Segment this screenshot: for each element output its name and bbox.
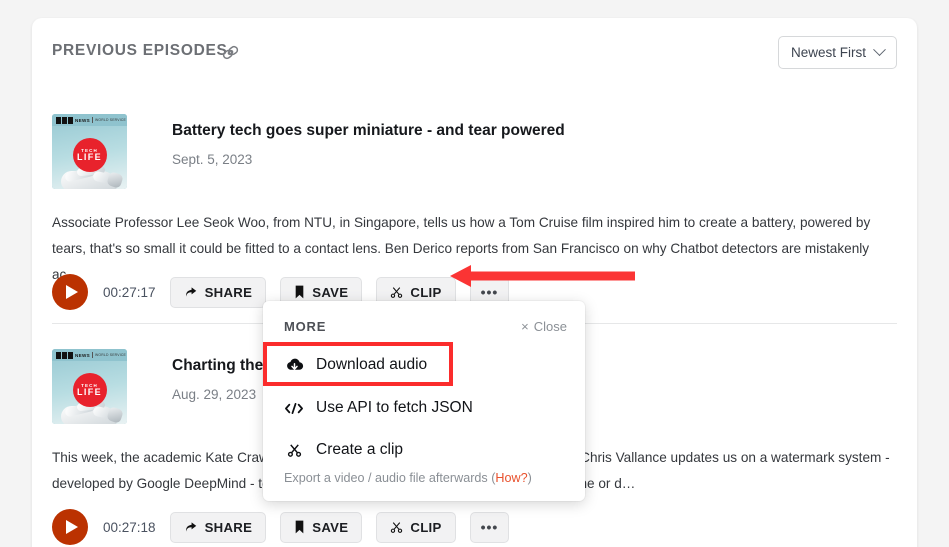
episode-title[interactable]: Battery tech goes super miniature - and …: [172, 122, 565, 140]
show-name-bottom: LIFE: [76, 152, 103, 162]
download-audio-label: Download audio: [316, 356, 428, 373]
sort-order-select[interactable]: Newest First: [777, 36, 897, 69]
create-clip-item[interactable]: Create a clip: [284, 441, 403, 459]
clip-button[interactable]: CLIP: [376, 511, 456, 543]
code-brackets-icon: [284, 401, 304, 416]
episode-thumbnail[interactable]: NEWS WORLD SERVICE TECH LIFE: [52, 349, 127, 424]
divider: [91, 117, 93, 123]
sort-order-label: Newest First: [790, 45, 866, 60]
bookmark-icon: [295, 285, 304, 299]
create-clip-note: Export a video / audio file afterwards (…: [284, 471, 532, 485]
tech-life-logo: TECH LIFE: [72, 138, 107, 172]
share-button[interactable]: SHARE: [169, 276, 267, 308]
close-label: Close: [533, 319, 567, 334]
clip-label: CLIP: [410, 519, 442, 535]
chevron-down-icon: [873, 43, 886, 57]
show-name-bottom: LIFE: [76, 387, 103, 397]
scissors-icon: [391, 286, 403, 298]
link-icon: [218, 40, 242, 64]
episode-duration: 00:27:17: [103, 284, 156, 300]
page-title: PREVIOUS EPISODES: [52, 42, 228, 59]
episode-action-bar: 00:27:18 SHARE SAVE CLIP •••: [52, 509, 510, 545]
save-label: SAVE: [312, 284, 349, 300]
screenshot-root: PREVIOUS EPISODES Newest First NEWS WORL…: [0, 0, 949, 547]
episode-thumbnail[interactable]: NEWS WORLD SERVICE TECH LIFE: [52, 114, 127, 189]
play-button[interactable]: [52, 274, 88, 310]
save-label: SAVE: [312, 519, 349, 535]
use-api-label: Use API to fetch JSON: [316, 399, 473, 416]
share-label: SHARE: [204, 284, 253, 300]
download-audio-item[interactable]: Download audio: [284, 356, 427, 374]
bbc-news-label: NEWS: [75, 117, 90, 123]
world-service-label: WORLD SERVICE: [94, 118, 126, 122]
episode-date: Sept. 5, 2023: [172, 152, 253, 167]
share-icon: [185, 287, 196, 297]
share-label: SHARE: [204, 519, 253, 535]
cloud-download-icon: [284, 357, 304, 373]
note-prefix: Export a video / audio file afterwards (: [284, 471, 496, 485]
episode-duration: 00:27:18: [103, 519, 156, 535]
more-options-button[interactable]: •••: [469, 511, 510, 543]
divider: [91, 352, 93, 358]
bbc-blocks-icon: [56, 351, 73, 359]
create-clip-label: Create a clip: [316, 441, 404, 458]
bbc-brand-bar: NEWS WORLD SERVICE: [52, 349, 127, 361]
scissors-icon: [391, 521, 403, 533]
close-dropdown-button[interactable]: × Close: [521, 319, 567, 334]
clip-label: CLIP: [410, 284, 442, 300]
save-button[interactable]: SAVE: [280, 511, 363, 543]
bbc-blocks-icon: [56, 116, 73, 124]
episode-row: NEWS WORLD SERVICE TECH LIFE Battery tec…: [32, 88, 917, 323]
how-link[interactable]: How?: [495, 471, 527, 485]
scissors-icon: [284, 443, 304, 458]
bbc-news-label: NEWS: [75, 352, 90, 358]
more-options-dropdown: MORE × Close Download audio Use API to f…: [263, 301, 585, 501]
bookmark-icon: [295, 520, 304, 534]
episode-date: Aug. 29, 2023: [172, 387, 257, 402]
tech-life-logo: TECH LIFE: [72, 373, 107, 407]
play-button[interactable]: [52, 509, 88, 545]
share-icon: [185, 522, 196, 532]
world-service-label: WORLD SERVICE: [94, 353, 126, 357]
share-button[interactable]: SHARE: [169, 511, 267, 543]
use-api-item[interactable]: Use API to fetch JSON: [284, 399, 473, 417]
close-icon: ×: [521, 319, 529, 334]
dropdown-heading: MORE: [284, 319, 327, 334]
bbc-brand-bar: NEWS WORLD SERVICE: [52, 114, 127, 126]
note-suffix: ): [527, 471, 532, 485]
card-header: PREVIOUS EPISODES Newest First: [32, 18, 917, 88]
